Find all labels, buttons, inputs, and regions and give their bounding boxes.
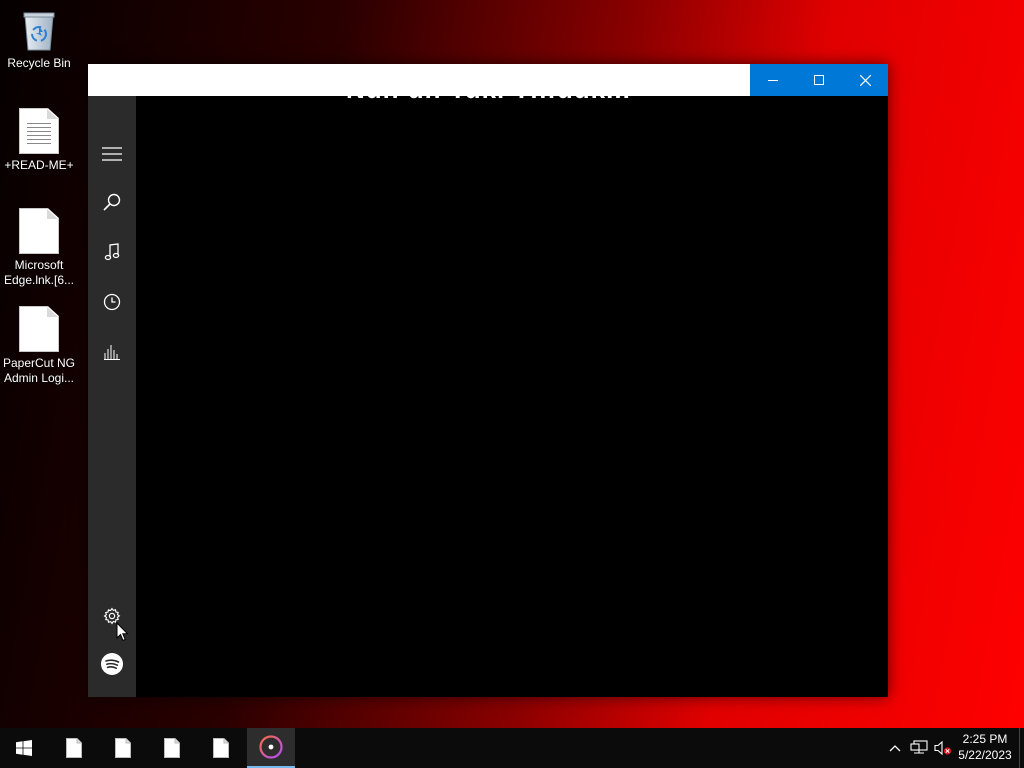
chevron-up-icon	[889, 745, 901, 752]
music-note-icon	[104, 243, 120, 261]
nav-stats-button[interactable]	[88, 332, 136, 372]
window-controls	[750, 64, 888, 96]
file-icon	[164, 738, 180, 758]
spotify-icon	[101, 653, 123, 675]
taskbar-file-2[interactable]	[99, 728, 147, 768]
file-icon	[213, 738, 229, 758]
file-icon	[66, 738, 82, 758]
network-icon	[910, 740, 928, 754]
tray-volume-button[interactable]	[931, 728, 955, 768]
text-document-icon	[19, 108, 59, 154]
minimize-icon	[768, 80, 778, 81]
start-button[interactable]	[0, 728, 48, 768]
desktop-icon-papercut[interactable]: PaperCut NG Admin Logi...	[0, 306, 78, 386]
nav-search-button[interactable]	[88, 182, 136, 222]
nav-recent-button[interactable]	[88, 282, 136, 322]
maximize-icon	[814, 75, 824, 85]
file-icon	[115, 738, 131, 758]
recycle-bin-icon	[21, 8, 57, 52]
desktop-icon-label: PaperCut NG Admin Logi...	[2, 356, 76, 385]
volume-muted-icon	[934, 740, 952, 756]
show-desktop-button[interactable]	[1019, 728, 1024, 768]
blank-file-icon	[19, 306, 59, 352]
bar-chart-icon	[104, 345, 120, 360]
window-titlebar[interactable]	[88, 64, 888, 96]
clock-date: 5/22/2023	[958, 748, 1012, 762]
blank-file-icon	[19, 208, 59, 254]
desktop-icon-label: +READ-ME+	[4, 158, 74, 172]
desktop-icon-label: Microsoft Edge.lnk.[6...	[3, 258, 75, 287]
search-icon	[103, 193, 121, 211]
mouse-cursor-icon	[116, 622, 129, 642]
desktop-icon-readme[interactable]: +READ-ME+	[0, 108, 78, 173]
nav-spotify-button[interactable]	[88, 644, 136, 684]
taskbar-clock[interactable]: 2:25 PM 5/22/2023	[956, 731, 1014, 763]
close-icon	[859, 74, 871, 86]
main-content-area: Nuh uh Tukl Thfuuk...	[136, 96, 888, 697]
minimize-button[interactable]	[750, 64, 796, 96]
maximize-button[interactable]	[796, 64, 842, 96]
music-disc-icon	[259, 735, 283, 759]
taskbar-music-app[interactable]	[247, 728, 295, 768]
desktop-icon-label: Recycle Bin	[7, 56, 71, 70]
clock-icon	[103, 293, 121, 311]
music-app-window: Nuh uh Tukl Thfuuk...	[88, 64, 888, 697]
nav-menu-button[interactable]	[88, 134, 136, 174]
desktop-icon-edge-link[interactable]: Microsoft Edge.lnk.[6...	[0, 208, 78, 288]
tray-show-hidden-button[interactable]	[884, 728, 906, 768]
nav-rail	[88, 96, 136, 697]
taskbar-file-1[interactable]	[50, 728, 98, 768]
desktop-icon-recycle-bin[interactable]: Recycle Bin	[0, 8, 78, 71]
nav-music-button[interactable]	[88, 232, 136, 272]
partial-heading: Nuh uh Tukl Thfuuk...	[346, 96, 686, 104]
taskbar-file-3[interactable]	[148, 728, 196, 768]
taskbar-file-4[interactable]	[197, 728, 245, 768]
taskbar: 2:25 PM 5/22/2023	[0, 728, 1024, 768]
close-button[interactable]	[842, 64, 888, 96]
tray-network-button[interactable]	[907, 728, 931, 768]
clock-time: 2:25 PM	[962, 732, 1008, 746]
windows-start-icon	[16, 740, 32, 756]
hamburger-menu-icon	[102, 147, 122, 161]
